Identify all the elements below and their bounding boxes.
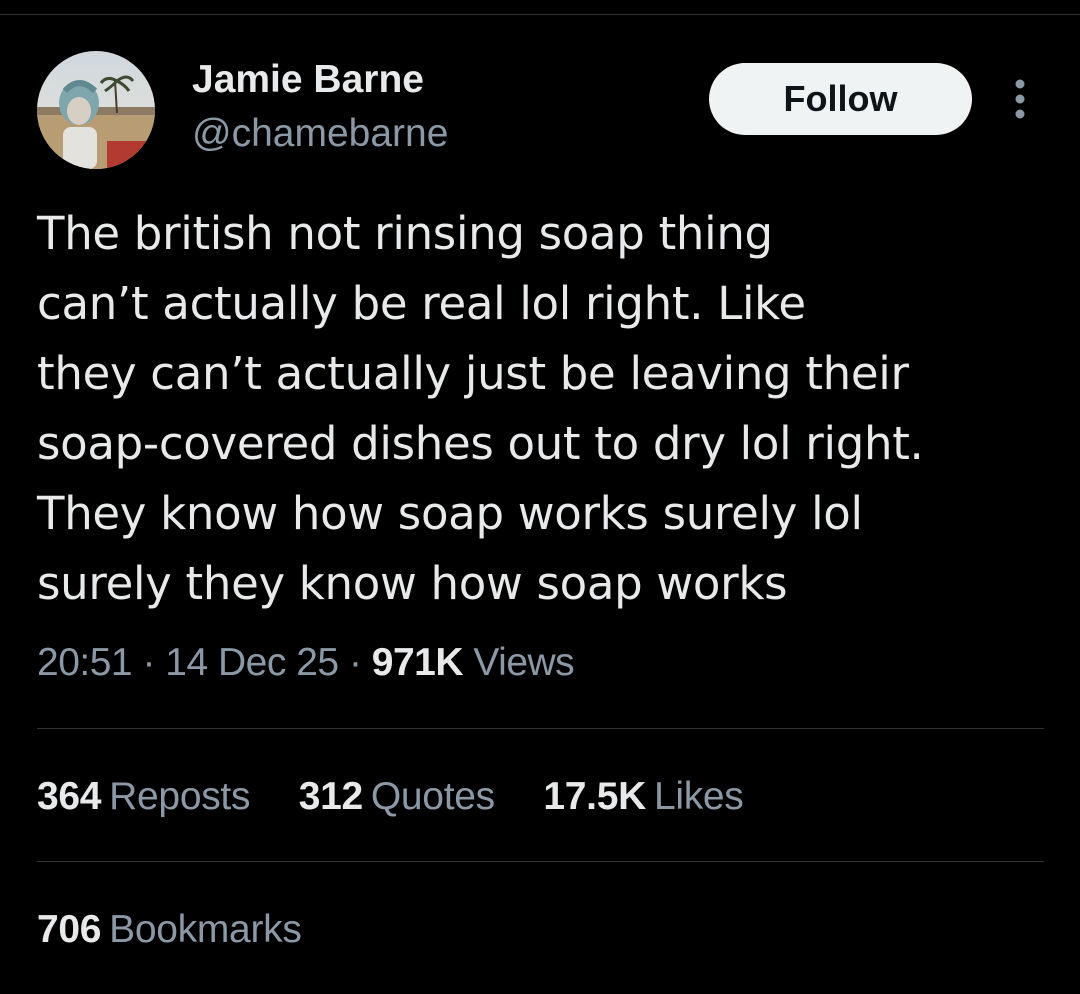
reposts-stat[interactable]: 364 Reposts xyxy=(37,775,250,819)
author-handle[interactable]: @chamebarne xyxy=(192,112,448,156)
bookmarks-label: Bookmarks xyxy=(109,908,302,951)
quotes-label: Quotes xyxy=(370,775,495,818)
views-label: Views xyxy=(473,641,575,684)
tweet-text-line: They know how soap works surely lol xyxy=(37,487,863,540)
reposts-count: 364 xyxy=(37,775,102,818)
meta-separator: · xyxy=(348,641,362,684)
avatar[interactable] xyxy=(37,51,155,169)
tweet-text-line: soap-covered dishes out to dry lol right… xyxy=(37,417,924,470)
reposts-label: Reposts xyxy=(109,775,251,818)
meta-separator: · xyxy=(142,641,155,684)
bookmarks-count: 706 xyxy=(37,908,102,951)
follow-button[interactable]: Follow xyxy=(709,63,972,135)
tweet-text-line: they can’t actually just be leaving thei… xyxy=(37,347,909,400)
likes-stat[interactable]: 17.5K Likes xyxy=(543,775,743,819)
avatar-photo-icon xyxy=(37,51,155,169)
more-vertical-icon xyxy=(1015,79,1025,119)
bookmarks-stat[interactable]: 706 Bookmarks xyxy=(37,908,302,952)
quotes-count: 312 xyxy=(298,775,363,818)
engagement-stats: 364 Reposts 312 Quotes 17.5K Likes xyxy=(37,775,782,819)
tweet-time[interactable]: 20:51 xyxy=(37,641,133,684)
views-count: 971K xyxy=(371,641,464,684)
tweet-text-line: can’t actually be real lol right. Like xyxy=(37,277,806,330)
divider xyxy=(37,728,1044,729)
likes-count: 17.5K xyxy=(543,775,646,818)
tweet-text: The british not rinsing soap thing can’t… xyxy=(37,199,1047,619)
likes-label: Likes xyxy=(653,775,744,818)
tweet-meta: 20:51 · 14 Dec 25 · 971K Views xyxy=(37,641,575,685)
tweet-text-line: surely they know how soap works xyxy=(37,557,788,610)
quotes-stat[interactable]: 312 Quotes xyxy=(299,775,495,819)
tweet-detail: Jamie Barne @chamebarne Follow The briti… xyxy=(0,0,1080,994)
more-options-button[interactable] xyxy=(1002,76,1038,122)
divider xyxy=(37,861,1044,862)
tweet-text-line: The british not rinsing soap thing xyxy=(37,207,773,260)
top-divider xyxy=(0,14,1080,15)
author-display-name[interactable]: Jamie Barne xyxy=(192,58,424,102)
tweet-date[interactable]: 14 Dec 25 xyxy=(165,641,339,684)
